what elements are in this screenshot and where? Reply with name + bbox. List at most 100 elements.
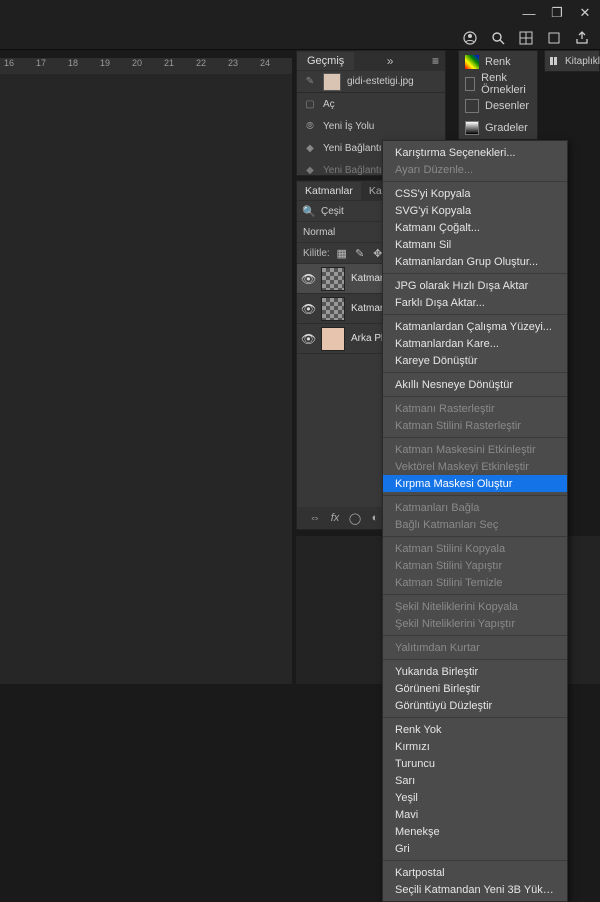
close-button[interactable]: ✕ [578,6,592,20]
swatches-icon [465,77,475,91]
dock-item-swatches[interactable]: Renk Örnekleri [459,73,537,95]
dock-item-label: Renk [485,56,511,68]
link-layers-icon[interactable]: ⇔ [309,512,321,524]
search-icon[interactable]: 🔍 [303,205,315,217]
menu-item[interactable]: Görüneni Birleştir [383,680,567,697]
menu-item[interactable]: Kartpostal [383,864,567,881]
menu-separator [383,437,567,438]
account-icon[interactable] [462,30,478,46]
menu-item[interactable]: Mavi [383,806,567,823]
ruler-tick: 16 [4,58,36,68]
menu-item[interactable]: Katmanlardan Kare... [383,335,567,352]
ruler-tick: 17 [36,58,68,68]
menu-separator [383,635,567,636]
menu-separator [383,314,567,315]
ruler-tick: 21 [164,58,196,68]
menu-item[interactable]: Katmanı Sil [383,236,567,253]
dock-item-patterns[interactable]: Desenler [459,95,537,117]
menu-item[interactable]: Görüntüyü Düzleştir [383,697,567,714]
restore-button[interactable]: ❐ [550,6,564,20]
mask-icon[interactable]: ◯ [349,512,361,524]
ruler-tick: 18 [68,58,100,68]
menu-item[interactable]: Katmanı Çoğalt... [383,219,567,236]
dock-item-color[interactable]: Renk [459,51,537,73]
lock-pixels-icon[interactable]: ▦ [336,247,348,259]
menu-item: Katman Stilini Temizle [383,574,567,591]
anchor-icon: ◆ [303,163,317,177]
ruler-tick: 24 [260,58,292,68]
menu-item[interactable]: Gri [383,840,567,857]
menu-item[interactable]: Yukarıda Birleştir [383,663,567,680]
menu-item[interactable]: Katmanlardan Çalışma Yüzeyi... [383,318,567,335]
libraries-dock[interactable]: Kitaplıkl... [544,50,600,72]
menu-item: Şekil Niteliklerini Kopyala [383,598,567,615]
menu-separator [383,860,567,861]
menu-item[interactable]: Kırmızı [383,738,567,755]
menu-item[interactable]: Akıllı Nesneye Dönüştür [383,376,567,393]
fx-icon[interactable]: fx [329,512,341,524]
search-icon[interactable] [490,30,506,46]
visibility-toggle[interactable]: 👁 [301,302,315,316]
menu-item[interactable]: JPG olarak Hızlı Dışa Aktar [383,277,567,294]
menu-separator [383,495,567,496]
minimize-button[interactable]: — [522,6,536,20]
history-item-label: Aç [323,99,335,110]
menu-item[interactable]: Sarı [383,772,567,789]
menu-item[interactable]: Turuncu [383,755,567,772]
menu-item: Katmanı Rasterleştir [383,400,567,417]
layer-thumb [321,327,345,351]
ruler-tick: 22 [196,58,228,68]
menu-item[interactable]: CSS'yi Kopyala [383,185,567,202]
gradients-icon [465,121,479,135]
panel-options-icon[interactable]: ≡ [426,54,445,68]
frame-icon[interactable] [546,30,562,46]
path-icon: ⦾ [303,119,317,133]
menu-separator [383,536,567,537]
open-icon: ▢ [303,97,317,111]
history-thumb [323,73,341,91]
menu-separator [383,273,567,274]
menu-item[interactable]: Seçili Katmandan Yeni 3B Yükseltme [383,881,567,898]
menu-item[interactable]: Kareye Dönüştür [383,352,567,369]
canvas-workspace[interactable] [0,74,292,684]
adjustment-icon[interactable]: ◐ [369,512,381,524]
menu-item[interactable]: Kırpma Maskesi Oluştur [383,475,567,492]
history-item-label: Yeni İş Yolu [323,121,374,132]
layer-thumb [321,297,345,321]
grid-icon[interactable] [518,30,534,46]
menu-item: Bağlı Katmanları Seç [383,516,567,533]
dock-item-gradients[interactable]: Gradeler [459,117,537,139]
menu-item[interactable]: Yeşil [383,789,567,806]
history-doc-name: gidi-estetigi.jpg [347,76,414,87]
menu-item[interactable]: Menekşe [383,823,567,840]
menu-item[interactable]: Karıştırma Seçenekleri... [383,144,567,161]
menu-item[interactable]: Renk Yok [383,721,567,738]
menu-item[interactable]: SVG'yi Kopyala [383,202,567,219]
menu-item: Katman Stilini Kopyala [383,540,567,557]
visibility-toggle[interactable]: 👁 [301,272,315,286]
dock-item-label: Desenler [485,100,529,112]
patterns-icon [465,99,479,113]
tab-layers[interactable]: Katmanlar [297,182,361,200]
panel-menu-icon[interactable]: » [381,54,400,68]
menu-item: Şekil Niteliklerini Yapıştır [383,615,567,632]
ruler-tick: 23 [228,58,260,68]
history-tab[interactable]: Geçmiş [297,52,354,70]
filter-type-select[interactable]: Çeşit [321,206,387,217]
share-icon[interactable] [574,30,590,46]
menu-item[interactable]: Farklı Dışa Aktar... [383,294,567,311]
history-item[interactable]: ⦾ Yeni İş Yolu [297,115,445,137]
menu-separator [383,594,567,595]
libraries-icon [549,55,561,67]
top-toolbar [0,26,600,50]
lock-brush-icon[interactable]: ✎ [354,247,366,259]
menu-separator [383,372,567,373]
dock-item-label: Gradeler [485,122,528,134]
right-dock: Renk Renk Örnekleri Desenler Gradeler [458,50,538,140]
dock-item-label: Renk Örnekleri [481,72,531,96]
menu-separator [383,181,567,182]
visibility-toggle[interactable]: 👁 [301,332,315,346]
history-item[interactable]: ▢ Aç [297,93,445,115]
menu-item[interactable]: Katmanlardan Grup Oluştur... [383,253,567,270]
history-document[interactable]: ✎ gidi-estetigi.jpg [297,71,445,93]
